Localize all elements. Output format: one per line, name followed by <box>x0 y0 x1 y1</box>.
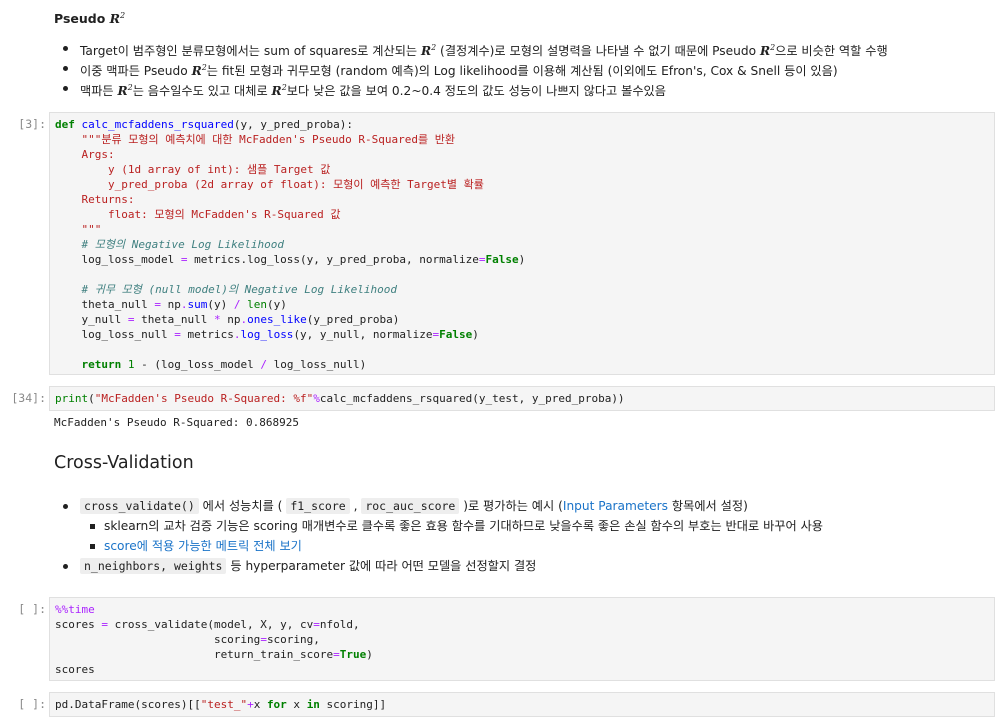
inline-code: n_neighbors, weights <box>80 558 227 574</box>
inline-code: roc_auc_score <box>361 498 460 514</box>
cell-prompt: [34]: <box>11 391 46 405</box>
list-item: 이중 맥파든 Pseudo R2는 fit된 모형과 귀무모형 (random … <box>54 58 888 78</box>
code-line: scoring=scoring, <box>55 633 320 646</box>
code-line: """분류 모형의 예측치에 대한 McFadden's Pseudo R-Sq… <box>55 133 455 146</box>
cell-prompt: [ ]: <box>18 697 46 711</box>
code-cell-dataframe[interactable]: pd.DataFrame(scores)[["test_"+x for x in… <box>49 692 995 717</box>
r2-symbol: R2 <box>117 83 133 99</box>
bullet-text: )로 평가하는 예시 ( <box>459 499 563 513</box>
list-item: 맥파든 R2는 음수일수도 있고 대체로 R2보다 낮은 값을 보여 0.2~0… <box>54 78 888 98</box>
code-line: # 모형의 Negative Log Likelihood <box>81 238 285 251</box>
code-line: y_null = theta_null * np.ones_like(y_pre… <box>55 313 400 326</box>
section-heading-pseudo: Pseudo R2 <box>54 4 888 26</box>
code-line: return_train_score=True) <box>55 648 373 661</box>
bullet-text: sklearn의 교차 검증 기능은 scoring 매개변수로 클수록 좋은 … <box>104 519 824 533</box>
r2-symbol: R2 <box>271 83 287 99</box>
cell-prompt: [3]: <box>18 117 46 131</box>
code-line: def calc_mcfaddens_rsquared(y, y_pred_pr… <box>55 118 354 131</box>
bullet-text: 맥파든 <box>80 84 118 99</box>
r2-symbol: R2 <box>191 63 207 79</box>
r2-symbol: R2 <box>109 10 126 27</box>
code-cell-mcfadden[interactable]: def calc_mcfaddens_rsquared(y, y_pred_pr… <box>49 112 995 375</box>
bullet-text: 이중 맥파든 Pseudo <box>80 64 192 79</box>
score-metrics-link[interactable]: score에 적용 가능한 메트릭 전체 보기 <box>104 539 302 553</box>
code-line: """ <box>55 223 102 236</box>
code-line: float: 모형의 McFadden's R-Squared 값 <box>55 208 341 221</box>
pseudo-r2-section: Pseudo R2 Target이 범주형인 분류모형에서는 sum of sq… <box>54 4 888 98</box>
cell-output: McFadden's Pseudo R-Squared: 0.868925 <box>54 416 300 429</box>
cell-prompt: [ ]: <box>18 602 46 616</box>
code-line: return 1 - (log_loss_model / log_loss_nu… <box>81 358 367 371</box>
code-line: Args: <box>55 148 115 161</box>
code-cell-cross-validate[interactable]: %%time scores = cross_validate(model, X, … <box>49 597 995 681</box>
bullet-text: 는 음수일수도 있고 대체로 <box>132 84 272 99</box>
bullet-text: 등 hyperparameter 값에 따라 어떤 모델을 선정할지 결정 <box>226 559 537 573</box>
heading-text: Pseudo <box>54 11 106 27</box>
pseudo-bullet-list: Target이 범주형인 분류모형에서는 sum of squares로 계산되… <box>54 38 888 98</box>
code-line: theta_null = np.sum(y) / len(y) <box>55 298 287 311</box>
code-line: scores <box>55 663 95 676</box>
r2-symbol: R2 <box>421 43 437 59</box>
r2-symbol: R2 <box>759 43 776 59</box>
bullet-text: 보다 낮은 값을 보여 0.2~0.4 정도의 값도 성능이 나쁘지 않다고 볼… <box>286 84 666 99</box>
cv-bullet-list-2: n_neighbors, weights 등 hyperparameter 값에… <box>54 556 823 576</box>
list-item: cross_validate() 에서 성능치를 ( f1_score , ro… <box>54 496 823 516</box>
code-line: y (1d array of int): 샘플 Target 값 <box>55 163 331 176</box>
section-heading-cross-validation: Cross-Validation <box>54 453 194 473</box>
code-line: log_loss_null = metrics.log_loss(y, y_nu… <box>55 328 479 341</box>
code-line: scores = cross_validate(model, X, y, cv=… <box>55 618 360 631</box>
cv-sub-list: sklearn의 교차 검증 기능은 scoring 매개변수로 클수록 좋은 … <box>54 516 823 556</box>
bullet-text: 에서 성능치를 ( <box>198 499 287 513</box>
bullet-text: 항목에서 설정) <box>668 499 748 513</box>
bullet-text: 으로 비슷한 역할 수행 <box>775 44 888 59</box>
code-line: log_loss_model = metrics.log_loss(y, y_p… <box>55 253 526 266</box>
code-line: %%time <box>55 603 95 616</box>
code-cell-print[interactable]: print("McFadden's Pseudo R-Squared: %f"%… <box>49 386 995 411</box>
code-line: # 귀무 모형 (null model)의 Negative Log Likel… <box>81 283 398 296</box>
cv-bullet-list: cross_validate() 에서 성능치를 ( f1_score , ro… <box>54 496 823 516</box>
list-item: score에 적용 가능한 메트릭 전체 보기 <box>54 536 823 556</box>
bullet-text: (결정계수)로 모형의 설명력을 나타낼 수 없기 때문에 Pseudo <box>436 44 760 59</box>
code-line: y_pred_proba (2d array of float): 모형이 예측… <box>55 178 484 191</box>
list-item: n_neighbors, weights 등 hyperparameter 값에… <box>54 556 823 576</box>
list-item: sklearn의 교차 검증 기능은 scoring 매개변수로 클수록 좋은 … <box>54 516 823 536</box>
cross-validation-section: Cross-Validation cross_validate() 에서 성능치… <box>54 453 823 576</box>
inline-code: f1_score <box>286 498 350 514</box>
input-parameters-link[interactable]: Input Parameters <box>563 499 668 513</box>
inline-code: cross_validate() <box>80 498 199 514</box>
list-item: Target이 범주형인 분류모형에서는 sum of squares로 계산되… <box>54 38 888 58</box>
bullet-text: Target이 범주형인 분류모형에서는 sum of squares로 계산되… <box>80 44 421 59</box>
bullet-text: , <box>349 499 362 513</box>
bullet-text: 는 fit된 모형과 귀무모형 (random 예측)의 Log likelih… <box>206 64 838 79</box>
code-line: Returns: <box>55 193 135 206</box>
